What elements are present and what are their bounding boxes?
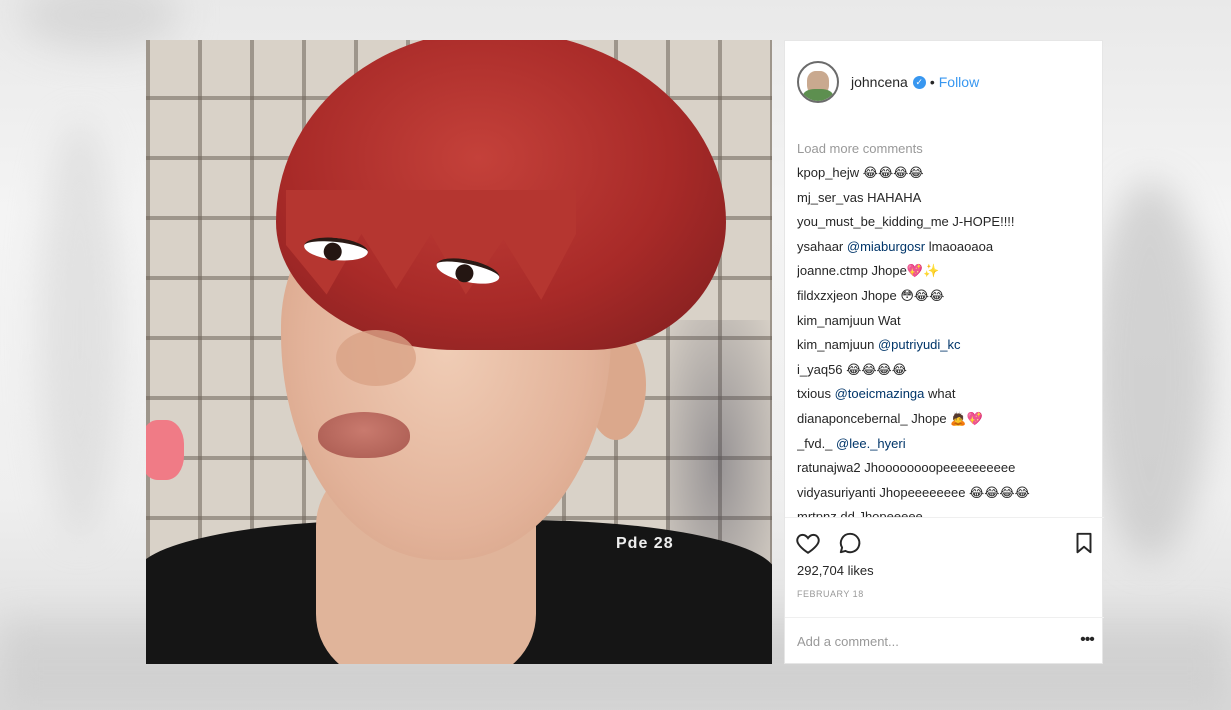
comment-text: lmaoaoaoa bbox=[928, 238, 994, 254]
comment-bubble-icon[interactable] bbox=[837, 530, 863, 556]
comment-text: HAHAHA bbox=[867, 189, 922, 205]
comment-row: mrtpnz.dd Jhopeeeee bbox=[797, 505, 1097, 517]
comment-row: joanne.ctmp Jhope💖✨ bbox=[797, 259, 1097, 284]
heart-icon[interactable] bbox=[795, 530, 821, 556]
comment-text: Jhopeeeee bbox=[858, 509, 923, 517]
comment-row: kim_namjuun @putriyudi_kc bbox=[797, 333, 1097, 358]
comment-text: Jhopeeeeeeee 😂😂😂😂 bbox=[879, 484, 1030, 500]
comment-row: ratunajwa2 Jhoooooooopeeeeeeeeee bbox=[797, 456, 1097, 481]
post-date: FEBRUARY 18 bbox=[797, 589, 864, 599]
comment-row: kpop_hejw 😂😂😂😂 bbox=[797, 161, 1097, 186]
comment-username[interactable]: joanne.ctmp bbox=[797, 263, 868, 278]
comment-mention[interactable]: @miaburgosr bbox=[847, 239, 925, 254]
more-options-icon[interactable]: ••• bbox=[1077, 630, 1097, 650]
comment-row: fildxzxjeon Jhope 😳😂😂 bbox=[797, 284, 1097, 309]
add-comment-bar: ••• bbox=[785, 617, 1104, 663]
comment-text: Jhope💖✨ bbox=[871, 263, 940, 279]
follow-button[interactable]: Follow bbox=[939, 74, 979, 90]
comment-row: _fvd._ @lee._hyeri bbox=[797, 432, 1097, 457]
background-blur bbox=[40, 120, 120, 540]
comment-row: dianaponcebernal_ Jhope 🙇💖 bbox=[797, 407, 1097, 432]
comment-row: mj_ser_vas HAHAHA bbox=[797, 186, 1097, 211]
comment-text: 😂😂😂😂 bbox=[846, 361, 907, 377]
comment-text: Jhope 🙇💖 bbox=[911, 410, 983, 426]
comment-mention[interactable]: @lee._hyeri bbox=[836, 436, 906, 451]
add-comment-input[interactable] bbox=[797, 630, 1057, 652]
comment-row: kim_namjuun Wat bbox=[797, 309, 1097, 334]
nose bbox=[336, 330, 416, 386]
comment-username[interactable]: i_yaq56 bbox=[797, 362, 843, 377]
comment-text: what bbox=[928, 386, 956, 402]
comment-username[interactable]: txious bbox=[797, 386, 831, 401]
comment-text: Wat bbox=[877, 312, 901, 328]
comment-username[interactable]: dianaponcebernal_ bbox=[797, 411, 908, 426]
comment-text: 😂😂😂😂 bbox=[862, 165, 924, 180]
background-blur bbox=[1090, 180, 1210, 560]
separator: • bbox=[929, 74, 935, 90]
comment-mention[interactable]: @putriyudi_kc bbox=[878, 337, 961, 352]
photo-tag: Pde 28 bbox=[616, 535, 674, 552]
comment-username[interactable]: kim_namjuun bbox=[797, 313, 874, 328]
comment-username[interactable]: fildxzxjeon bbox=[797, 288, 858, 303]
comment-row: you_must_be_kidding_me J-HOPE!!!! bbox=[797, 210, 1097, 235]
username[interactable]: johncena bbox=[851, 74, 908, 90]
post-photo[interactable]: Pde 28 bbox=[146, 40, 772, 664]
comment-username[interactable]: kim_namjuun bbox=[797, 337, 874, 352]
comment-text: J-HOPE!!!! bbox=[952, 214, 1015, 230]
pink-thumb bbox=[146, 420, 184, 480]
comment-text: Jhoooooooopeeeeeeeeee bbox=[864, 460, 1016, 476]
comment-username[interactable]: mrtpnz.dd bbox=[797, 509, 855, 517]
action-bar bbox=[785, 517, 1104, 569]
pouting-mouth bbox=[318, 412, 410, 458]
post-header: johncena ✓ • Follow bbox=[785, 41, 1104, 123]
load-more-comments-link[interactable]: Load more comments bbox=[797, 137, 1097, 161]
comments-list: Load more comments kpop_hejw 😂😂😂😂 mj_ser_… bbox=[797, 137, 1097, 517]
comment-username[interactable]: _fvd._ bbox=[797, 436, 832, 451]
verified-badge-icon: ✓ bbox=[912, 75, 926, 89]
likes-count[interactable]: 292,704 likes bbox=[797, 563, 874, 578]
comment-username[interactable]: ysahaar bbox=[797, 239, 843, 254]
bookmark-icon[interactable] bbox=[1071, 530, 1097, 556]
comment-username[interactable]: you_must_be_kidding_me bbox=[797, 214, 949, 229]
comment-username[interactable]: kpop_hejw bbox=[797, 165, 859, 180]
post-panel: johncena ✓ • Follow Load more comments k… bbox=[784, 40, 1104, 664]
comment-text: Jhope 😳😂😂 bbox=[861, 287, 945, 303]
comment-username[interactable]: vidyasuriyanti bbox=[797, 485, 876, 500]
avatar[interactable] bbox=[797, 61, 839, 103]
comment-row: vidyasuriyanti Jhopeeeeeeee 😂😂😂😂 bbox=[797, 481, 1097, 506]
comment-username[interactable]: mj_ser_vas bbox=[797, 190, 863, 205]
comment-row: txious @toeicmazinga what bbox=[797, 382, 1097, 407]
comment-mention[interactable]: @toeicmazinga bbox=[835, 386, 925, 401]
comment-row: ysahaar @miaburgosr lmaoaoaoa bbox=[797, 235, 1097, 260]
comment-row: i_yaq56 😂😂😂😂 bbox=[797, 358, 1097, 383]
comment-username[interactable]: ratunajwa2 bbox=[797, 460, 861, 475]
